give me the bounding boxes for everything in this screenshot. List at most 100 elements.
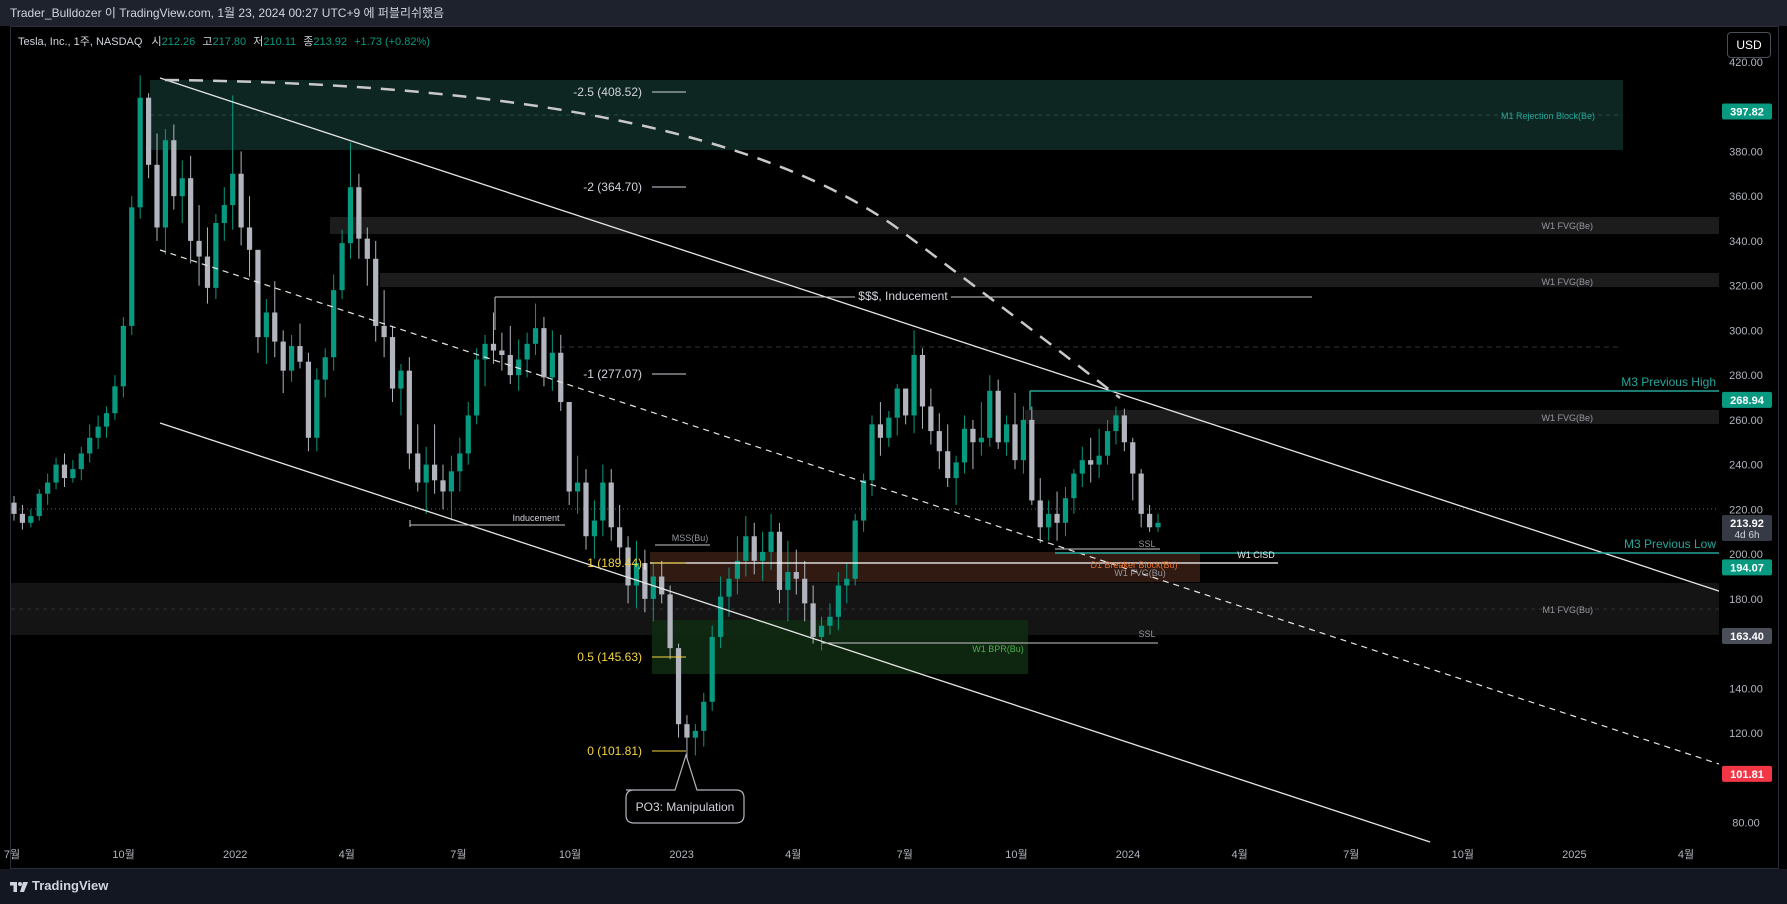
candle (886, 410, 892, 447)
candle (431, 424, 438, 494)
price-label-4: 163.40 (1730, 631, 1764, 643)
candle (869, 415, 875, 496)
tradingview-logo[interactable]: TradingView (10, 878, 108, 893)
fib-label-neg2-5: -2.5 (408.52) (573, 85, 642, 99)
candle (373, 240, 379, 342)
candle (692, 724, 698, 756)
x-tick-5: 10월 (559, 848, 581, 861)
change-value: +1.73 (+0.82%) (354, 36, 430, 48)
x-tick-7: 4월 (785, 848, 801, 861)
candle (532, 303, 539, 356)
candle (987, 375, 993, 447)
candle (911, 330, 917, 434)
channel-upper-line (159, 77, 1719, 592)
candle (482, 334, 488, 387)
time-axis[interactable]: 7월 10월 2022 4월 7월 10월 2023 4월 7월 10월 2024 4월 7월 10월 20… (4, 848, 1694, 861)
candle (1029, 406, 1035, 505)
price-chart[interactable]: -2.5 (408.52) -2 (364.70) -1 (277.07) 1 … (0, 0, 1787, 869)
mss-bu-label: MSS(Bu) (672, 533, 709, 543)
candle (903, 388, 909, 425)
fib-label-neg2: -2 (364.70) (583, 180, 642, 194)
candle (709, 625, 715, 711)
candle (1046, 500, 1052, 541)
y-tick-2: 360.00 (1729, 191, 1763, 203)
candle (919, 348, 926, 429)
x-tick-8: 7월 (897, 848, 913, 861)
candle (1138, 469, 1144, 528)
candle (297, 323, 303, 369)
candle (465, 401, 471, 465)
low-value: 210.11 (263, 36, 296, 48)
price-label-0: 397.82 (1730, 107, 1764, 119)
candle (1088, 437, 1094, 483)
x-tick-3: 4월 (339, 848, 355, 861)
candle (255, 249, 261, 353)
candle (1003, 415, 1010, 456)
w1-fvg-be-zone-1 (330, 217, 1719, 234)
price-label-2: 213.92 (1730, 518, 1764, 530)
candle (196, 205, 202, 286)
candle (675, 643, 682, 738)
x-tick-10: 2024 (1116, 849, 1140, 861)
currency-button[interactable]: USD (1727, 32, 1771, 58)
candle (19, 504, 26, 530)
candle (120, 316, 126, 398)
y-tick-1: 380.00 (1729, 146, 1763, 158)
candle (213, 214, 219, 300)
candle (583, 469, 589, 550)
candle (507, 325, 513, 385)
candle (263, 299, 269, 364)
y-tick-8: 240.00 (1729, 460, 1763, 472)
candle (1062, 487, 1069, 537)
candle (78, 446, 84, 481)
candle (701, 692, 707, 747)
high-value: 217.80 (212, 36, 246, 48)
candle (591, 500, 598, 559)
x-tick-9: 10월 (1005, 848, 1027, 861)
y-tick-0: 420.00 (1729, 57, 1763, 69)
candle (406, 357, 412, 470)
inducement-label: Inducement (512, 513, 560, 523)
x-tick-12: 7월 (1343, 848, 1359, 861)
candle (129, 196, 135, 335)
po3-callout: PO3: Manipulation (625, 752, 745, 824)
candle (36, 489, 42, 521)
fib-labels: -2.5 (408.52) -2 (364.70) -1 (277.07) 1 … (573, 85, 642, 758)
candle (1155, 513, 1161, 532)
x-tick-2: 2022 (223, 849, 247, 861)
candle (474, 348, 480, 425)
candle (995, 379, 1001, 449)
ssl-label-2: SSL (1138, 629, 1155, 639)
w1-fvg-bu-label: W1 FVG(Bu) (1114, 568, 1166, 578)
candle (95, 415, 101, 449)
price-label-sub-2: 4d 6h (1734, 530, 1759, 541)
po3-label: PO3: Manipulation (636, 800, 735, 814)
price-axis[interactable]: 420.00 380.00 360.00 340.00 320.00 300.00 280.… (1729, 57, 1763, 830)
y-tick-5: 300.00 (1729, 325, 1763, 337)
candle (1012, 393, 1018, 470)
fib-label-neg1: -1 (277.07) (583, 367, 642, 381)
channel-mid-line (159, 249, 1719, 765)
footer-bar: TradingView (0, 869, 1787, 904)
m3-prev-high-label: M3 Previous High (1621, 375, 1716, 389)
candle (103, 406, 110, 438)
candle (162, 129, 169, 255)
candle (970, 419, 976, 470)
price-label-1: 268.94 (1730, 395, 1765, 407)
x-tick-4: 7월 (450, 848, 466, 861)
candle (617, 504, 623, 564)
candle (364, 227, 370, 286)
close-value: 213.92 (313, 36, 347, 48)
y-tick-14: 80.00 (1732, 818, 1760, 830)
w1-cisd-label: W1 CISD (1237, 550, 1275, 560)
candle (1079, 446, 1085, 488)
candle (398, 363, 404, 416)
candle (440, 464, 446, 510)
m1-fvg-bu-label: M1 FVG(Bu) (1542, 605, 1593, 615)
x-tick-15: 4월 (1678, 848, 1694, 861)
drawings-layer (159, 77, 1719, 843)
x-tick-14: 2025 (1562, 849, 1586, 861)
candle (389, 325, 396, 402)
fib-label-1: 1 (189.44) (587, 556, 642, 570)
y-tick-11: 180.00 (1729, 594, 1763, 606)
